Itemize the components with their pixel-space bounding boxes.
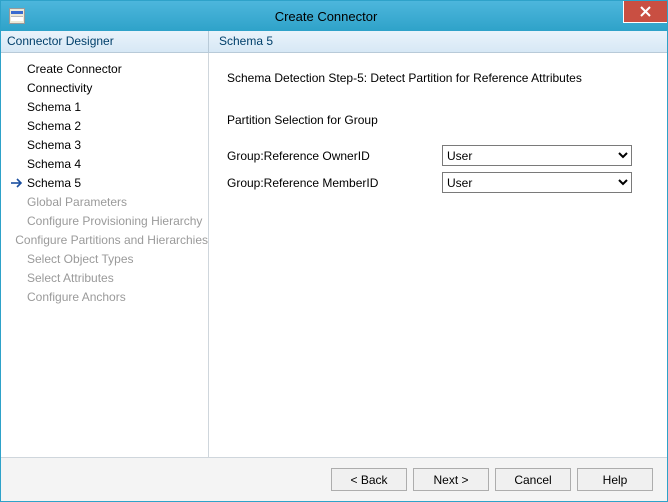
sidebar-item-schema-3[interactable]: Schema 3 xyxy=(1,135,208,154)
sidebar-item-schema-2[interactable]: Schema 2 xyxy=(1,116,208,135)
sidebar-item-label: Select Attributes xyxy=(27,271,114,285)
select-ownerid[interactable]: User xyxy=(442,145,632,166)
sidebar-header: Connector Designer xyxy=(1,31,209,52)
close-icon xyxy=(640,6,651,17)
sidebar-item-label: Schema 3 xyxy=(27,138,81,152)
back-button[interactable]: < Back xyxy=(331,468,407,491)
sidebar-item-schema-4[interactable]: Schema 4 xyxy=(1,154,208,173)
content-header: Schema 5 xyxy=(209,31,667,52)
app-icon xyxy=(9,8,25,24)
step-title: Schema Detection Step-5: Detect Partitio… xyxy=(227,71,649,85)
sidebar-item-label: Schema 5 xyxy=(27,176,81,190)
label-memberid: Group:Reference MemberID xyxy=(227,176,442,190)
sidebar-item-select-object-types: Select Object Types xyxy=(1,249,208,268)
form-row-ownerid: Group:Reference OwnerID User xyxy=(227,145,649,166)
sidebar-item-config-partitions: Configure Partitions and Hierarchies xyxy=(1,230,208,249)
sidebar-item-global-parameters: Global Parameters xyxy=(1,192,208,211)
cancel-button[interactable]: Cancel xyxy=(495,468,571,491)
sidebar-item-label: Schema 4 xyxy=(27,157,81,171)
sidebar-item-label: Configure Provisioning Hierarchy xyxy=(27,214,202,228)
titlebar: Create Connector xyxy=(1,1,667,31)
sidebar-item-schema-5[interactable]: Schema 5 xyxy=(1,173,208,192)
sidebar-item-label: Select Object Types xyxy=(27,252,134,266)
sidebar-item-connectivity[interactable]: Connectivity xyxy=(1,78,208,97)
sidebar-item-schema-1[interactable]: Schema 1 xyxy=(1,97,208,116)
label-ownerid: Group:Reference OwnerID xyxy=(227,149,442,163)
help-button[interactable]: Help xyxy=(577,468,653,491)
window-title: Create Connector xyxy=(25,9,667,24)
select-memberid[interactable]: User xyxy=(442,172,632,193)
sidebar-item-config-provisioning: Configure Provisioning Hierarchy xyxy=(1,211,208,230)
body: Create Connector Connectivity Schema 1 S… xyxy=(1,53,667,457)
sidebar-item-label: Global Parameters xyxy=(27,195,127,209)
window-frame: Create Connector Connector Designer Sche… xyxy=(0,0,668,502)
sidebar-item-select-attributes: Select Attributes xyxy=(1,268,208,287)
sidebar-item-label: Schema 1 xyxy=(27,100,81,114)
section-title: Partition Selection for Group xyxy=(227,113,649,127)
sidebar-item-label: Configure Partitions and Hierarchies xyxy=(15,233,208,247)
content-pane: Schema Detection Step-5: Detect Partitio… xyxy=(209,53,667,457)
sidebar: Create Connector Connectivity Schema 1 S… xyxy=(1,53,209,457)
sidebar-item-create-connector[interactable]: Create Connector xyxy=(1,59,208,78)
sidebar-item-label: Connectivity xyxy=(27,81,92,95)
form-row-memberid: Group:Reference MemberID User xyxy=(227,172,649,193)
sidebar-item-configure-anchors: Configure Anchors xyxy=(1,287,208,306)
section-header: Connector Designer Schema 5 xyxy=(1,31,667,53)
sidebar-item-label: Create Connector xyxy=(27,62,122,76)
arrow-right-icon xyxy=(11,178,27,188)
close-button[interactable] xyxy=(623,1,667,23)
sidebar-item-label: Schema 2 xyxy=(27,119,81,133)
next-button[interactable]: Next > xyxy=(413,468,489,491)
footer: < Back Next > Cancel Help xyxy=(1,457,667,501)
sidebar-item-label: Configure Anchors xyxy=(27,290,126,304)
